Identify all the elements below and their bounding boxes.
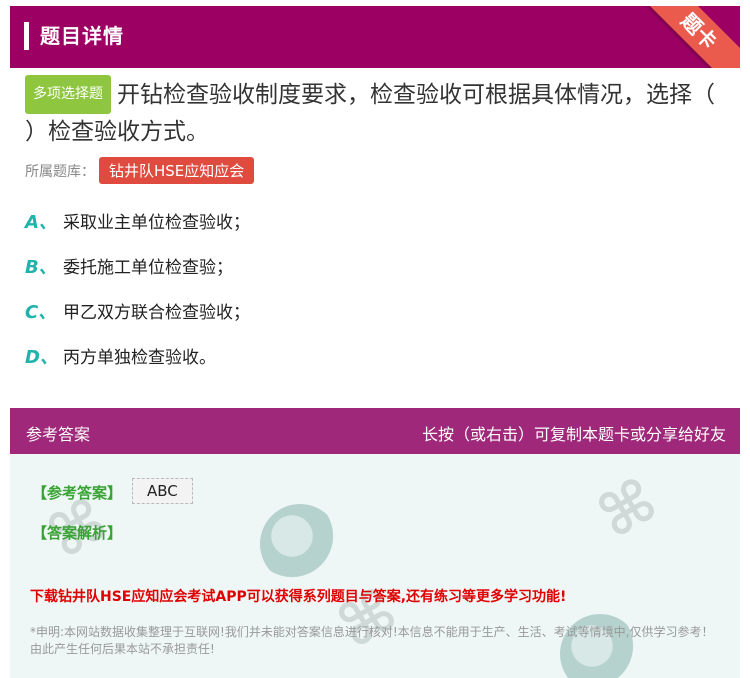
option-text: 丙方单独检查验收。 (63, 348, 216, 368)
answer-bar: 参考答案 长按（或右击）可复制本题卡或分享给好友 (10, 408, 740, 454)
question-source: 所属题库： 钻井队HSE应知应会 (25, 157, 255, 184)
option-letter: B、 (25, 257, 57, 278)
option-a[interactable]: A、 采取业主单位检查验收； (25, 208, 250, 253)
question-text: 开钻检查验收制度要求，检查验收可根据具体情况，选择（ ）检查验收方式。 (25, 82, 715, 145)
card-ribbon[interactable]: 题卡 (633, 6, 740, 68)
disclaimer-text: *申明:本网站数据收集整理于互联网!我们并未能对答案信息进行核对!本信息不能用于… (30, 625, 714, 656)
reference-answer-value[interactable]: ABC (132, 478, 193, 504)
options-list: A、 采取业主单位检查验收； B、 委托施工单位检查验； C、 甲乙双方联合检查… (25, 208, 250, 388)
answer-bar-title: 参考答案 (26, 425, 91, 444)
library-tag[interactable]: 钻井队HSE应知应会 (99, 157, 255, 184)
option-letter: D、 (25, 347, 58, 368)
page-header: 题目详情 题卡 (10, 6, 740, 68)
option-letter: C、 (25, 302, 57, 323)
option-c[interactable]: C、 甲乙双方联合检查验收； (25, 298, 250, 343)
watermark-glyph: ⌘ (586, 464, 670, 554)
answer-panel: ⌘ ⌘ ⌘ 【参考答案】 ABC 【答案解析】 下载钻井队HSE应知应会考试AP… (10, 454, 740, 678)
header-accent-bar (24, 22, 29, 50)
explanation-label: 【答案解析】 (32, 524, 123, 542)
reference-answer-label: 【参考答案】 (32, 484, 123, 502)
source-label: 所属题库： (25, 164, 95, 180)
option-d[interactable]: D、 丙方单独检查验收。 (25, 343, 250, 388)
watermark-logo-icon (260, 504, 340, 584)
option-b[interactable]: B、 委托施工单位检查验； (25, 253, 250, 298)
app-promo-link[interactable]: 下载钻井队HSE应知应会考试APP可以获得系列题目与答案,还有练习等更多学习功能… (30, 586, 566, 606)
option-letter: A、 (25, 212, 57, 233)
page-title: 题目详情 (40, 24, 124, 48)
option-text: 委托施工单位检查验； (63, 258, 233, 278)
option-text: 采取业主单位检查验收； (63, 213, 250, 233)
question-text-block: 多项选择题 开钻检查验收制度要求，检查验收可根据具体情况，选择（ ）检查验收方式。 (25, 75, 730, 151)
share-hint: 长按（或右击）可复制本题卡或分享给好友 (421, 425, 726, 444)
question-area: 多项选择题 开钻检查验收制度要求，检查验收可根据具体情况，选择（ ）检查验收方式。 (25, 75, 730, 151)
option-text: 甲乙双方联合检查验收； (63, 303, 250, 323)
question-type-badge: 多项选择题 (25, 75, 111, 114)
